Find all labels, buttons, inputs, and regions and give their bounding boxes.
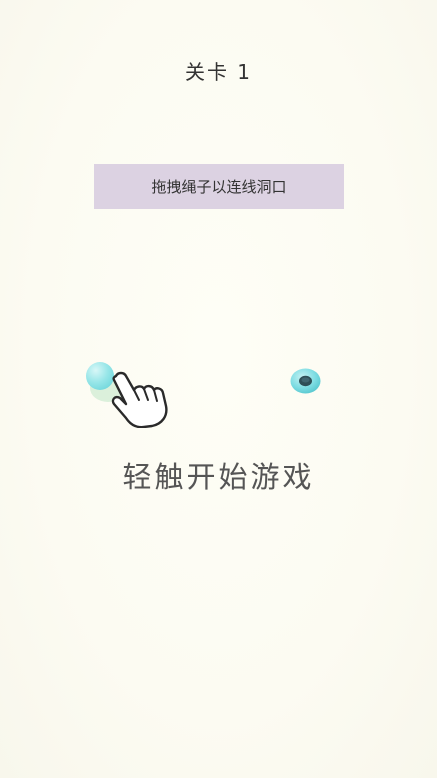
pointing-hand-icon [111,371,168,428]
target-hole [290,368,321,394]
hint-text: 拖拽绳子以连线洞口 [151,178,287,196]
game-screen[interactable]: 关卡 1 拖拽绳子以连线洞口 轻触开始游戏 [0,0,437,778]
level-title: 关卡 1 [184,60,253,84]
hint-banner: 拖拽绳子以连线洞口 [94,164,344,209]
game-area[interactable] [0,330,437,440]
tap-to-start-prompt[interactable]: 轻触开始游戏 [0,454,437,496]
